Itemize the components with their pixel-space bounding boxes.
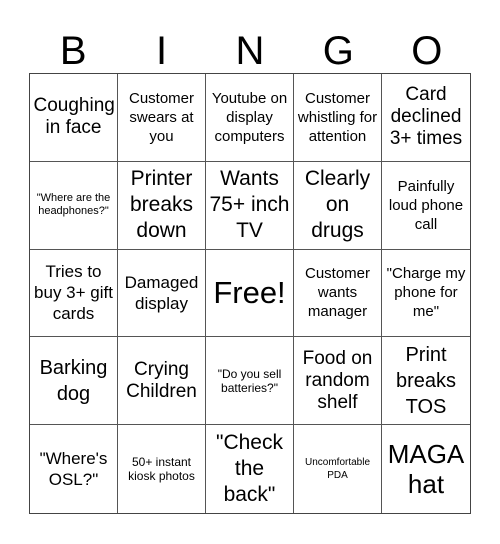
cell-text: Youtube on display computers bbox=[211, 89, 288, 145]
bingo-cell[interactable]: Barking dog bbox=[30, 337, 118, 426]
cell-text: Barking dog bbox=[39, 356, 108, 405]
cell-text: 50+ instant kiosk photos bbox=[128, 455, 195, 484]
bingo-cell[interactable]: Painfully loud phone call bbox=[382, 162, 470, 250]
bingo-cell[interactable]: Food on random shelf bbox=[294, 337, 382, 426]
bingo-cell[interactable]: Card declined 3+ times bbox=[382, 74, 470, 162]
bingo-cell[interactable]: Uncomfortable PDA bbox=[294, 425, 382, 513]
cell-text: "Where's OSL?" bbox=[39, 449, 108, 490]
cell-text: "Where are the headphones?" bbox=[36, 192, 111, 218]
cell-text: Wants 75+ inch TV bbox=[209, 167, 290, 243]
bingo-cell[interactable]: Tries to buy 3+ gift cards bbox=[30, 249, 118, 338]
bingo-cell[interactable]: Customer whistling for attention bbox=[294, 74, 382, 162]
header-letter-o: O bbox=[411, 29, 443, 73]
cell-text: Card declined 3+ times bbox=[389, 84, 463, 150]
bingo-cell[interactable]: Youtube on display computers bbox=[206, 74, 294, 162]
cell-text: Clearly on drugs bbox=[304, 167, 371, 243]
cell-text: Printer breaks down bbox=[129, 167, 194, 243]
bingo-cell[interactable]: Print breaks TOS bbox=[382, 337, 470, 426]
cell-text: Print breaks TOS bbox=[395, 343, 457, 418]
header-letter-b: B bbox=[59, 29, 87, 73]
cell-text: Customer swears at you bbox=[128, 89, 195, 145]
bingo-free-space[interactable]: Free! bbox=[206, 249, 294, 338]
bingo-grid: Coughing in face Customer swears at you … bbox=[29, 73, 471, 514]
bingo-cell[interactable]: 50+ instant kiosk photos bbox=[118, 425, 206, 513]
cell-text: Customer whistling for attention bbox=[297, 89, 378, 145]
cell-text: MAGA hat bbox=[387, 439, 465, 500]
bingo-cell[interactable]: MAGA hat bbox=[382, 425, 470, 513]
cell-text: "Do you sell batteries?" bbox=[217, 366, 282, 395]
bingo-cell[interactable]: Damaged display bbox=[118, 249, 206, 338]
cell-text: Coughing in face bbox=[33, 95, 115, 139]
bingo-cell[interactable]: Wants 75+ inch TV bbox=[206, 161, 294, 250]
header-letter-g: G bbox=[322, 29, 354, 73]
cell-text: Customer wants manager bbox=[304, 265, 371, 321]
cell-text: Damaged display bbox=[124, 272, 199, 313]
cell-text: "Charge my phone for me" bbox=[386, 265, 466, 321]
bingo-cell[interactable]: "Check the back" bbox=[206, 425, 294, 513]
header-letter-i: I bbox=[156, 29, 168, 73]
header-letter-n: N bbox=[235, 29, 265, 73]
cell-text: Painfully loud phone call bbox=[388, 177, 464, 233]
cell-text: Food on random shelf bbox=[302, 347, 373, 413]
cell-text: Crying Children bbox=[126, 358, 197, 402]
bingo-cell[interactable]: "Charge my phone for me" bbox=[382, 250, 470, 338]
bingo-cell[interactable]: "Where are the headphones?" bbox=[30, 161, 118, 250]
cell-text: "Check the back" bbox=[216, 431, 283, 507]
bingo-header: B I N G O bbox=[29, 28, 471, 74]
bingo-cell[interactable]: "Do you sell batteries?" bbox=[206, 337, 294, 426]
bingo-cell[interactable]: Printer breaks down bbox=[118, 161, 206, 250]
cell-text: Uncomfortable PDA bbox=[304, 457, 371, 482]
bingo-cell[interactable]: Customer wants manager bbox=[294, 249, 382, 338]
cell-text: Tries to buy 3+ gift cards bbox=[34, 262, 113, 324]
bingo-cell[interactable]: Customer swears at you bbox=[118, 74, 206, 162]
bingo-cell[interactable]: Coughing in face bbox=[30, 74, 118, 162]
bingo-cell[interactable]: Clearly on drugs bbox=[294, 161, 382, 250]
bingo-cell[interactable]: Crying Children bbox=[118, 337, 206, 426]
bingo-cell[interactable]: "Where's OSL?" bbox=[30, 425, 118, 513]
free-space-text: Free! bbox=[213, 274, 286, 310]
